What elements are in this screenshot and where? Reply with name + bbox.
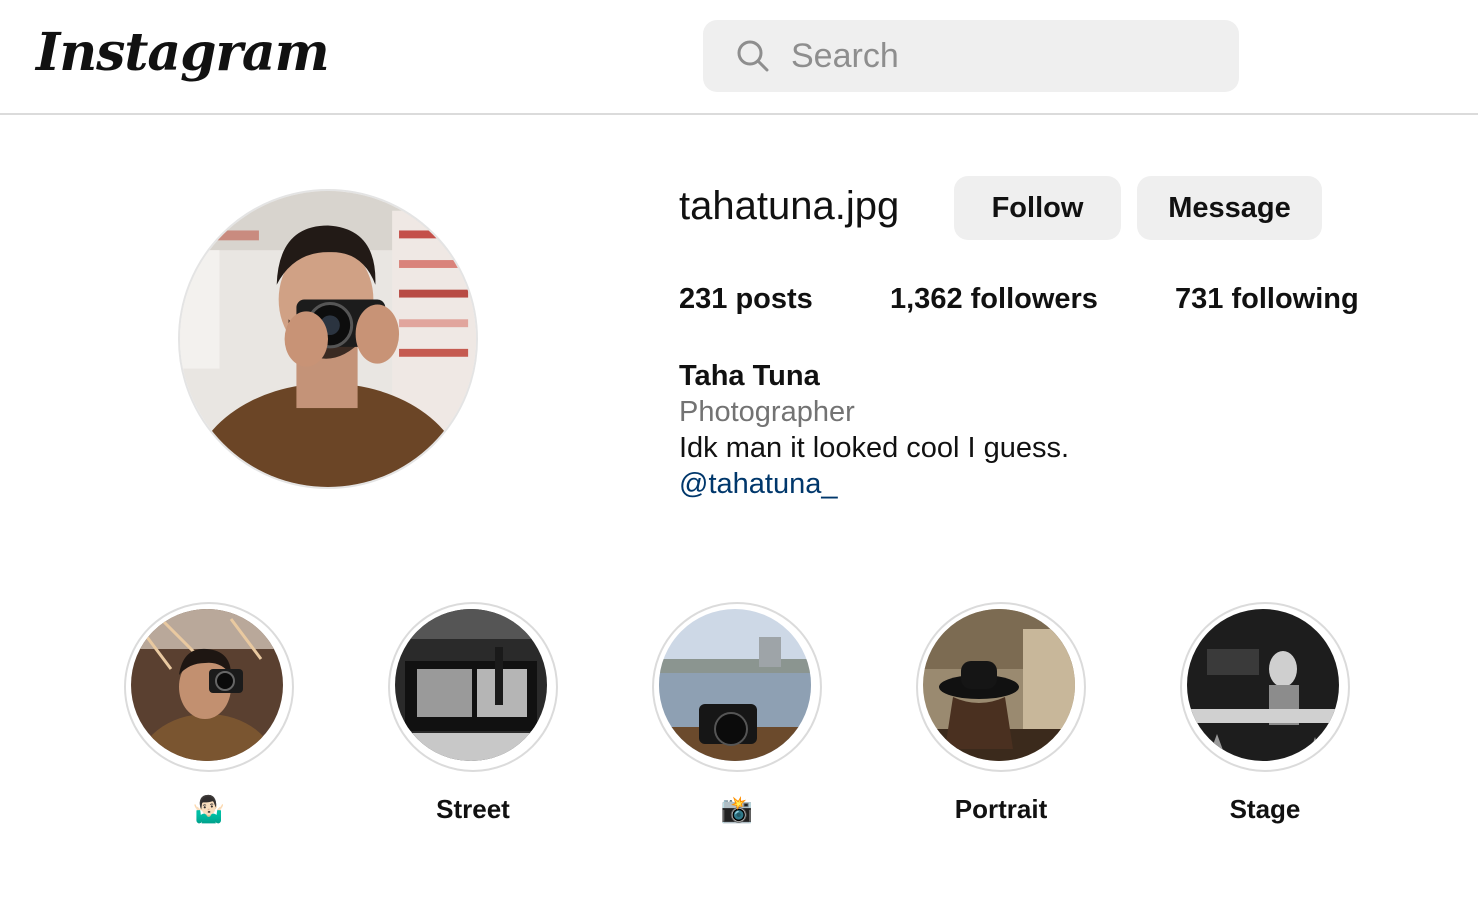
highlight-cover: [131, 609, 283, 761]
instagram-logo[interactable]: Instagram: [36, 22, 330, 83]
profile-full-name: Taha Tuna: [679, 360, 820, 392]
highlight-cover: [923, 609, 1075, 761]
search-input[interactable]: [791, 20, 1211, 92]
highlight-label: Street: [436, 794, 510, 824]
highlight-cover: [1187, 609, 1339, 761]
story-highlight[interactable]: 📸: [652, 602, 822, 842]
story-highlight[interactable]: 🤷🏻‍♂️: [124, 602, 294, 842]
followers-count: 1,362: [890, 283, 963, 315]
followers-label: followers: [970, 283, 1098, 315]
following-count-stat[interactable]: 731 following: [1175, 283, 1359, 316]
profile-mention-link[interactable]: @tahatuna_: [679, 468, 837, 501]
message-button[interactable]: Message: [1137, 176, 1322, 240]
highlight-cover: [395, 609, 547, 761]
top-navigation-bar: Instagram: [0, 0, 1478, 115]
profile-username: tahatuna.jpg: [679, 184, 900, 228]
following-count: 731: [1175, 283, 1224, 315]
highlight-label: 📸: [720, 794, 754, 824]
highlight-label: Portrait: [954, 794, 1048, 824]
story-highlight[interactable]: Portrait: [916, 602, 1086, 842]
posts-label: posts: [735, 283, 813, 315]
highlight-label: Stage: [1229, 794, 1301, 824]
profile-bio: Idk man it looked cool I guess.: [679, 432, 1070, 464]
highlight-cover: [659, 609, 811, 761]
following-label: following: [1231, 283, 1359, 315]
highlight-label: 🤷🏻‍♂️: [192, 794, 226, 824]
followers-count-stat[interactable]: 1,362 followers: [890, 283, 1098, 316]
profile-avatar[interactable]: [178, 189, 478, 489]
posts-count: 231: [679, 283, 728, 315]
search-box[interactable]: [703, 20, 1239, 92]
story-highlight[interactable]: Stage: [1180, 602, 1350, 842]
story-highlight[interactable]: Street: [388, 602, 558, 842]
posts-count-stat: 231 posts: [679, 283, 813, 316]
profile-photo: [180, 191, 476, 487]
profile-category: Photographer: [679, 396, 855, 428]
follow-button[interactable]: Follow: [954, 176, 1121, 240]
search-icon: [737, 40, 769, 72]
